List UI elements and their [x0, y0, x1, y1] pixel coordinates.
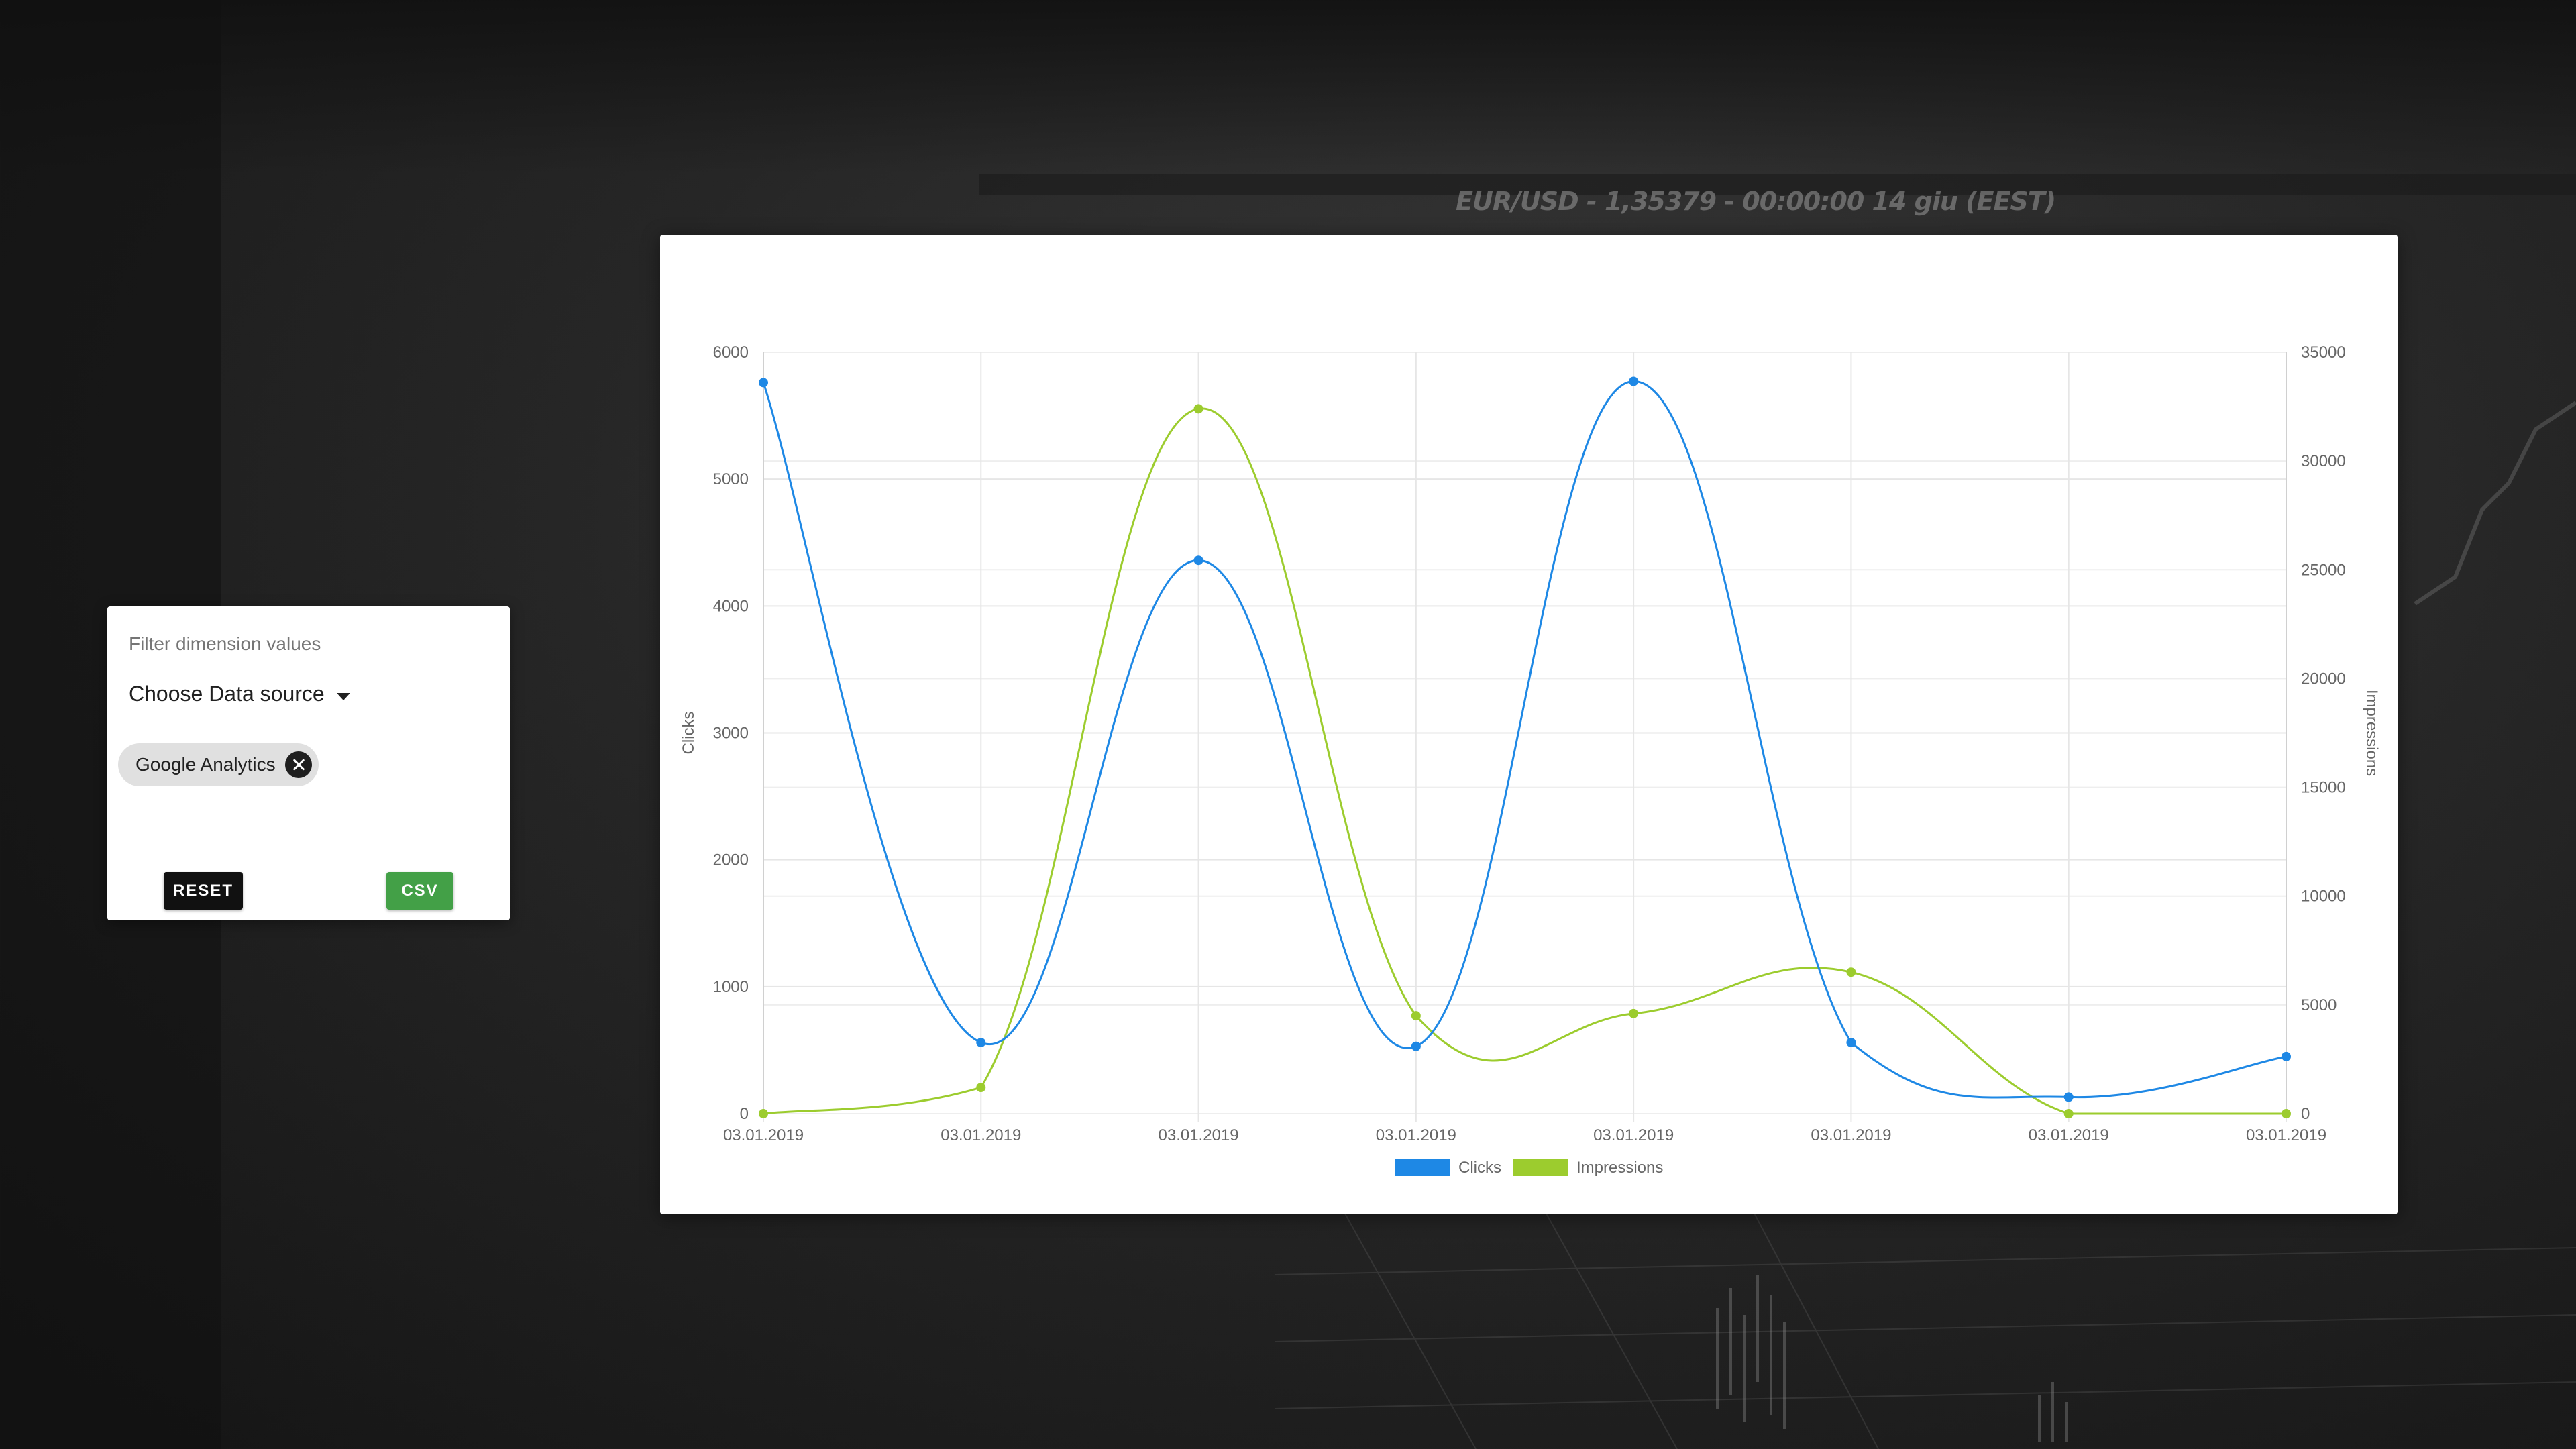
series-line-impressions — [763, 407, 2286, 1115]
legend-swatch-impressions — [1513, 1159, 1568, 1176]
y-axis-title: Clicks — [680, 712, 698, 755]
y-tick-label: 6000 — [713, 343, 749, 362]
data-point-impressions — [2063, 1109, 2074, 1118]
y-tick-label: 0 — [740, 1105, 749, 1123]
x-tick-label: 03.01.2019 — [2029, 1126, 2109, 1144]
y2-tick-label: 5000 — [2301, 996, 2337, 1014]
data-point-impressions — [976, 1083, 986, 1093]
data-point-clicks — [2063, 1092, 2074, 1102]
x-tick-label: 03.01.2019 — [941, 1126, 1021, 1144]
x-tick-label: 03.01.2019 — [723, 1126, 804, 1144]
data-point-clicks — [976, 1038, 986, 1048]
data-point-clicks — [1846, 1038, 1856, 1048]
legend-label-impressions: Impressions — [1576, 1159, 1663, 1177]
series-line-clicks — [762, 380, 2287, 1099]
data-point-clicks — [1411, 1041, 1421, 1051]
filter-panel: Filter dimension values Choose Data sour… — [107, 606, 510, 920]
chip-label: Google Analytics — [136, 754, 276, 775]
remove-chip-icon[interactable] — [284, 751, 312, 778]
y2-tick-label: 15000 — [2301, 779, 2346, 797]
x-tick-label: 03.01.2019 — [1811, 1126, 1891, 1144]
y2-tick-label: 10000 — [2301, 888, 2346, 906]
datasource-chip: Google Analytics — [118, 743, 319, 786]
x-tick-label: 03.01.2019 — [1593, 1126, 1674, 1144]
y-tick-label: 4000 — [713, 597, 749, 615]
background-ticker-text: EUR/USD - 1,35379 - 00:00:00 14 giu (EES… — [1456, 186, 2056, 216]
y-tick-label: 2000 — [713, 851, 749, 869]
y-tick-label: 3000 — [713, 724, 749, 743]
y-tick-label: 1000 — [713, 978, 749, 996]
data-point-clicks — [1193, 555, 1203, 566]
reset-button[interactable]: RESET — [164, 872, 243, 910]
legend-swatch-clicks — [1395, 1159, 1450, 1176]
data-point-impressions — [2282, 1109, 2291, 1118]
y2-tick-label: 20000 — [2301, 669, 2346, 688]
x-tick-label: 03.01.2019 — [1376, 1126, 1456, 1144]
x-tick-label: 03.01.2019 — [1159, 1126, 1239, 1144]
datasource-dropdown-label: Choose Data source — [129, 682, 325, 706]
chart-card: 0 1000 2000 3000 4000 5000 6000 0 5000 10000 15000… — [660, 235, 2398, 1214]
filter-panel-title: Filter dimension values — [129, 633, 321, 654]
data-point-clicks — [759, 378, 768, 388]
chart-grid — [763, 352, 2287, 1122]
data-point-clicks — [2282, 1051, 2291, 1061]
data-point-impressions — [1629, 1008, 1639, 1018]
x-tick-label: 03.01.2019 — [2246, 1126, 2326, 1144]
line-chart: 0 1000 2000 3000 4000 5000 6000 0 5000 10000 15000… — [680, 343, 2381, 1177]
y2-tick-label: 30000 — [2301, 452, 2346, 470]
y2-tick-label: 25000 — [2301, 561, 2346, 579]
caret-down-icon — [336, 693, 350, 700]
y2-tick-label: 35000 — [2301, 343, 2346, 362]
data-point-impressions — [1411, 1011, 1421, 1021]
chart-series — [759, 376, 2291, 1118]
datasource-dropdown[interactable]: Choose Data source — [129, 682, 350, 706]
chart-legend: Clicks Impressions — [1395, 1159, 1663, 1177]
chart-axes: 0 1000 2000 3000 4000 5000 6000 0 5000 10000 15000… — [680, 343, 2381, 1144]
data-point-impressions — [1193, 404, 1203, 414]
data-point-impressions — [1846, 967, 1856, 977]
y2-tick-label: 0 — [2301, 1105, 2310, 1123]
data-point-clicks — [1629, 376, 1639, 386]
y-tick-label: 5000 — [713, 470, 749, 488]
y2-axis-title: Impressions — [2363, 690, 2381, 776]
legend-label-clicks: Clicks — [1458, 1159, 1501, 1177]
data-point-impressions — [759, 1109, 768, 1118]
csv-export-button[interactable]: CSV — [386, 872, 453, 910]
